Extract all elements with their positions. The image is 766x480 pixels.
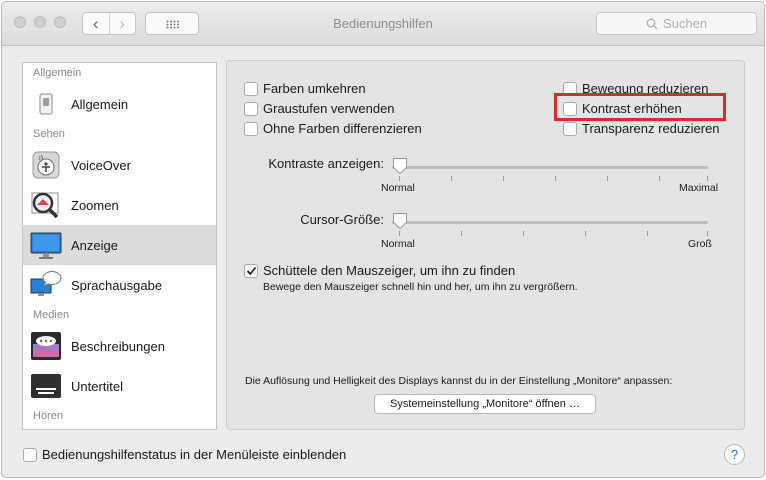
highlight-frame <box>554 93 726 121</box>
display-icon <box>30 229 62 261</box>
display-note: Die Auflösung und Helligkeit des Display… <box>245 375 673 387</box>
checkbox-box[interactable] <box>244 121 258 136</box>
slider-tick <box>503 176 504 181</box>
slider-tick <box>461 231 462 236</box>
checkbox-label: Farben umkehren <box>263 81 366 96</box>
sidebar-item-zoomen[interactable]: Zoomen <box>23 185 216 225</box>
sidebar-item-allgemein[interactable]: Allgemein <box>23 84 216 124</box>
invert-colors-checkbox[interactable]: Farben umkehren <box>244 81 366 96</box>
section-header-medien: Medien <box>33 309 70 321</box>
checkbox-label: Ohne Farben differenzieren <box>263 121 422 136</box>
slider-tick <box>585 231 586 236</box>
contrast-max-label: Maximal <box>679 182 719 194</box>
slider-tick <box>647 231 648 236</box>
contrast-slider-label: Kontraste anzeigen: <box>268 156 384 171</box>
descriptions-icon <box>30 330 62 362</box>
slider-tick <box>659 176 660 181</box>
reduce-transparency-checkbox[interactable]: Transparenz reduzieren <box>563 121 720 136</box>
sidebar-item-label: VoiceOver <box>71 157 131 173</box>
checkbox-box[interactable] <box>244 263 258 278</box>
search-field[interactable]: Suchen <box>596 12 757 35</box>
sidebar-item-voiceover[interactable]: VoiceOver <box>23 145 216 185</box>
slider-tick <box>451 176 452 181</box>
sidebar-item-sprachausgabe[interactable]: Sprachausgabe <box>23 265 216 305</box>
menubar-status-checkbox[interactable]: Bedienungshilfenstatus in der Menüleiste… <box>23 447 346 462</box>
shake-description: Bewege den Mauszeiger schnell hin und he… <box>263 281 578 293</box>
title-bar: ‹ › Bedienungshilfen Suchen <box>2 2 764 46</box>
cursor-size-slider-label: Cursor-Größe: <box>300 212 384 227</box>
contrast-min-label: Normal <box>381 182 415 194</box>
slider-tick <box>707 231 708 236</box>
checkbox-label: Graustufen verwenden <box>263 101 395 116</box>
slider-tick <box>707 176 708 181</box>
checkbox-box[interactable] <box>244 81 258 96</box>
cursor-size-min-label: Normal <box>381 238 415 250</box>
differentiate-without-color-checkbox[interactable]: Ohne Farben differenzieren <box>244 121 422 136</box>
shake-to-find-checkbox[interactable]: Schüttele den Mauszeiger, um ihn zu find… <box>244 263 515 278</box>
help-button[interactable]: ? <box>724 444 745 465</box>
grayscale-checkbox[interactable]: Graustufen verwenden <box>244 101 395 116</box>
checkbox-label: Bedienungshilfenstatus in der Menüleiste… <box>42 447 347 462</box>
open-monitors-button[interactable]: Systemeinstellung „Monitore“ öffnen … <box>374 394 596 414</box>
sidebar-item-label: Zoomen <box>71 197 119 213</box>
checkbox-box[interactable] <box>563 121 577 136</box>
section-header-sehen: Sehen <box>33 128 65 140</box>
cursor-size-slider-track[interactable] <box>392 221 708 224</box>
checkbox-label: Schüttele den Mauszeiger, um ihn zu find… <box>263 263 516 278</box>
voiceover-icon <box>30 149 62 181</box>
cursor-size-slider-knob[interactable] <box>392 212 408 230</box>
speech-icon <box>30 269 62 301</box>
section-header-allgemein: Allgemein <box>33 67 82 79</box>
sidebar-item-anzeige[interactable]: Anzeige <box>23 225 216 265</box>
contrast-slider-track[interactable] <box>392 166 708 169</box>
captions-icon <box>30 370 62 402</box>
checkmark-icon <box>246 266 256 275</box>
slider-tick <box>399 231 400 236</box>
search-icon <box>646 18 658 29</box>
contrast-slider-knob[interactable] <box>392 157 408 175</box>
cursor-size-max-label: Groß <box>688 238 712 250</box>
slider-tick <box>555 176 556 181</box>
sidebar-item-beschreibungen[interactable]: Beschreibungen <box>23 326 216 366</box>
switch-icon <box>30 88 62 120</box>
checkbox-box[interactable] <box>23 447 37 462</box>
sidebar-item-label: Sprachausgabe <box>71 277 163 293</box>
sidebar-item-label: Anzeige <box>71 237 118 253</box>
checkbox-box[interactable] <box>244 101 258 116</box>
slider-tick <box>399 176 400 181</box>
search-placeholder: Suchen <box>662 16 708 31</box>
sidebar-item-label: Allgemein <box>71 96 129 112</box>
slider-tick <box>523 231 524 236</box>
checkbox-label: Transparenz reduzieren <box>582 121 720 136</box>
sidebar-item-label: Beschreibungen <box>71 338 165 354</box>
zoom-icon <box>30 189 62 221</box>
slider-tick <box>607 176 608 181</box>
sidebar-item-untertitel[interactable]: Untertitel <box>23 366 216 406</box>
sidebar-item-label: Untertitel <box>71 378 124 394</box>
category-sidebar[interactable]: Allgemein Allgemein Sehen VoiceOver Zoom… <box>22 62 217 430</box>
section-header-hoeren: Hören <box>33 410 63 422</box>
preferences-window: ‹ › Bedienungshilfen Suchen Allgemein Al… <box>1 1 765 478</box>
